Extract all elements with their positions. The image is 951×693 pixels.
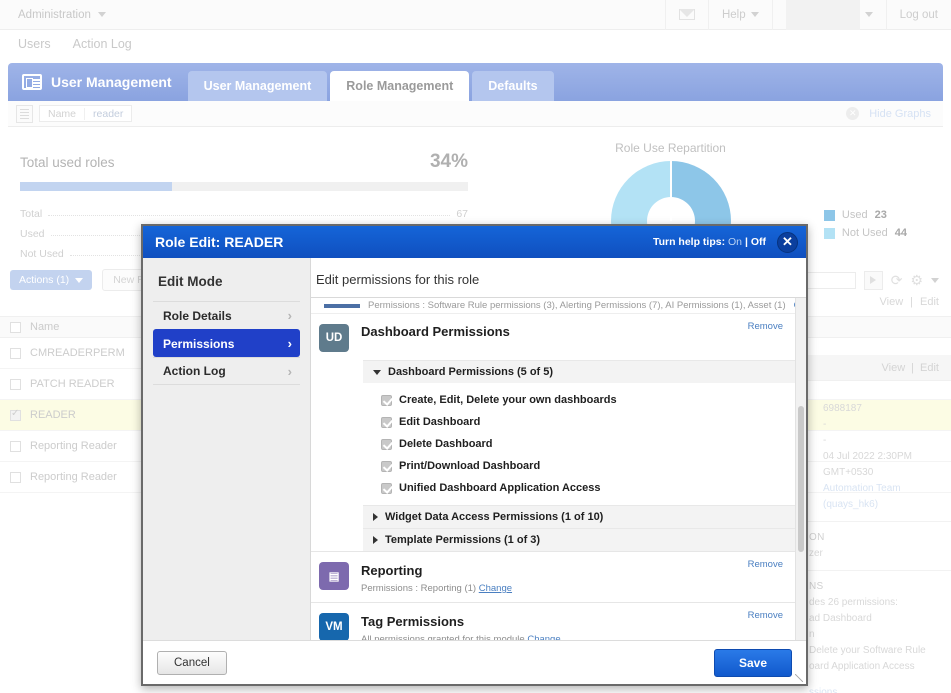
remove-link[interactable]: Remove bbox=[748, 610, 783, 621]
permissions-scroll-area: Permissions : Software Rule permissions … bbox=[311, 298, 795, 640]
close-icon[interactable]: ✕ bbox=[777, 232, 798, 253]
sidebar-item-permissions[interactable]: Permissions › bbox=[153, 329, 300, 357]
permission-checkbox[interactable] bbox=[381, 417, 392, 428]
module-card-dashboard-permissions: Remove UD Dashboard Permissions Dashboar… bbox=[311, 314, 795, 552]
module-card-reporting: Remove ▤ Reporting Permissions : Reporti… bbox=[311, 552, 795, 603]
help-tips-separator: | bbox=[745, 236, 748, 248]
dialog-footer: Cancel Save bbox=[143, 640, 806, 684]
accordion-label: Dashboard Permissions (5 of 5) bbox=[388, 366, 553, 378]
module-name: Dashboard Permissions bbox=[361, 324, 510, 339]
accordion-dashboard-permissions[interactable]: Dashboard Permissions (5 of 5) bbox=[363, 360, 795, 383]
module-name: Tag Permissions bbox=[361, 614, 464, 629]
sidebar-item-role-details[interactable]: Role Details › bbox=[153, 301, 300, 329]
module-subtitle-text: All permissions granted for this module bbox=[361, 634, 525, 640]
permission-checkbox[interactable] bbox=[381, 395, 392, 406]
chevron-right-icon: › bbox=[288, 364, 292, 379]
sidebar-item-label: Action Log bbox=[163, 364, 226, 378]
permission-item[interactable]: Create, Edit, Delete your own dashboards bbox=[363, 389, 795, 411]
dialog-sidebar-heading: Edit Mode bbox=[143, 274, 310, 301]
module-header: ▤ Reporting Permissions : Reporting (1) … bbox=[311, 552, 795, 602]
help-tips-on[interactable]: On bbox=[728, 236, 742, 248]
sidebar-item-action-log[interactable]: Action Log › bbox=[153, 357, 300, 385]
module-header: VM Tag Permissions All permissions grant… bbox=[311, 603, 795, 640]
module-header: UD Dashboard Permissions bbox=[311, 314, 795, 360]
module-name: Reporting bbox=[361, 563, 422, 578]
permission-item[interactable]: Unified Dashboard Application Access bbox=[363, 477, 795, 499]
permission-checkbox[interactable] bbox=[381, 461, 392, 472]
permission-checkbox[interactable] bbox=[381, 439, 392, 450]
sidebar-item-label: Permissions bbox=[163, 337, 234, 351]
dialog-main-heading: Edit permissions for this role bbox=[311, 272, 806, 297]
permission-label: Delete Dashboard bbox=[399, 438, 493, 450]
accordion-template-permissions[interactable]: Template Permissions (1 of 3) bbox=[363, 528, 795, 551]
resize-grip[interactable] bbox=[795, 674, 803, 682]
accordion-label: Widget Data Access Permissions (1 of 10) bbox=[385, 511, 603, 523]
permission-list: Create, Edit, Delete your own dashboards… bbox=[363, 383, 795, 505]
accordion-label: Template Permissions (1 of 3) bbox=[385, 534, 540, 546]
dialog-title-actions: Turn help tips: On | Off ✕ bbox=[653, 232, 798, 253]
modal-overlay: Role Edit: READER Turn help tips: On | O… bbox=[0, 0, 951, 693]
dialog-sidebar: Edit Mode Role Details › Permissions › A… bbox=[143, 258, 311, 640]
module-icon-vm: VM bbox=[319, 613, 349, 640]
permission-label: Create, Edit, Delete your own dashboards bbox=[399, 394, 617, 406]
permissions-scroll-wrap: Permissions : Software Rule permissions … bbox=[311, 297, 806, 640]
role-edit-dialog: Role Edit: READER Turn help tips: On | O… bbox=[141, 224, 808, 686]
module-subtitle: All permissions granted for this module … bbox=[361, 634, 561, 640]
dialog-title-bar[interactable]: Role Edit: READER Turn help tips: On | O… bbox=[143, 226, 806, 258]
module-subtitle-text: Permissions : Reporting (1) bbox=[361, 583, 476, 594]
scrollbar-thumb[interactable] bbox=[798, 406, 804, 552]
accordion-widget-data-access-permissions[interactable]: Widget Data Access Permissions (1 of 10) bbox=[363, 505, 795, 528]
help-tips-off[interactable]: Off bbox=[751, 236, 766, 248]
clipped-module-text: Permissions : Software Rule permissions … bbox=[368, 300, 786, 311]
sidebar-item-label: Role Details bbox=[163, 309, 232, 323]
permission-item[interactable]: Delete Dashboard bbox=[363, 433, 795, 455]
dialog-title: Role Edit: READER bbox=[155, 234, 283, 250]
permission-checkbox[interactable] bbox=[381, 483, 392, 494]
module-card-tag-permissions: Remove VM Tag Permissions All permission… bbox=[311, 603, 795, 640]
module-subtitle: Permissions : Reporting (1) Change bbox=[361, 583, 512, 594]
remove-link[interactable]: Remove bbox=[748, 321, 783, 332]
report-icon: ▤ bbox=[319, 562, 349, 590]
module-text-block: Reporting Permissions : Reporting (1) Ch… bbox=[361, 562, 512, 594]
remove-link[interactable]: Remove bbox=[748, 559, 783, 570]
cancel-button[interactable]: Cancel bbox=[157, 651, 227, 675]
triangle-right-icon bbox=[373, 513, 378, 521]
save-button[interactable]: Save bbox=[714, 649, 792, 677]
help-tips-toggle: Turn help tips: On | Off bbox=[653, 236, 766, 248]
triangle-right-icon bbox=[373, 536, 378, 544]
permission-label: Unified Dashboard Application Access bbox=[399, 482, 601, 494]
permission-label: Edit Dashboard bbox=[399, 416, 480, 428]
help-tips-label: Turn help tips: bbox=[653, 236, 725, 248]
module-change-link[interactable]: Change bbox=[527, 634, 560, 640]
permission-label: Print/Download Dashboard bbox=[399, 460, 540, 472]
dialog-main: Edit permissions for this role Permissio… bbox=[311, 258, 806, 640]
module-text-block: Tag Permissions All permissions granted … bbox=[361, 613, 561, 640]
permission-item[interactable]: Print/Download Dashboard bbox=[363, 455, 795, 477]
permission-item[interactable]: Edit Dashboard bbox=[363, 411, 795, 433]
chevron-right-icon: › bbox=[288, 336, 292, 351]
triangle-down-icon bbox=[373, 370, 381, 375]
chevron-right-icon: › bbox=[288, 308, 292, 323]
module-icon-ud: UD bbox=[319, 324, 349, 352]
module-change-link[interactable]: Change bbox=[479, 583, 512, 594]
clipped-module-icon bbox=[324, 304, 360, 308]
dialog-body: Edit Mode Role Details › Permissions › A… bbox=[143, 258, 806, 640]
permissions-scrollbar[interactable] bbox=[795, 298, 806, 640]
clipped-module-row: Permissions : Software Rule permissions … bbox=[311, 298, 795, 314]
